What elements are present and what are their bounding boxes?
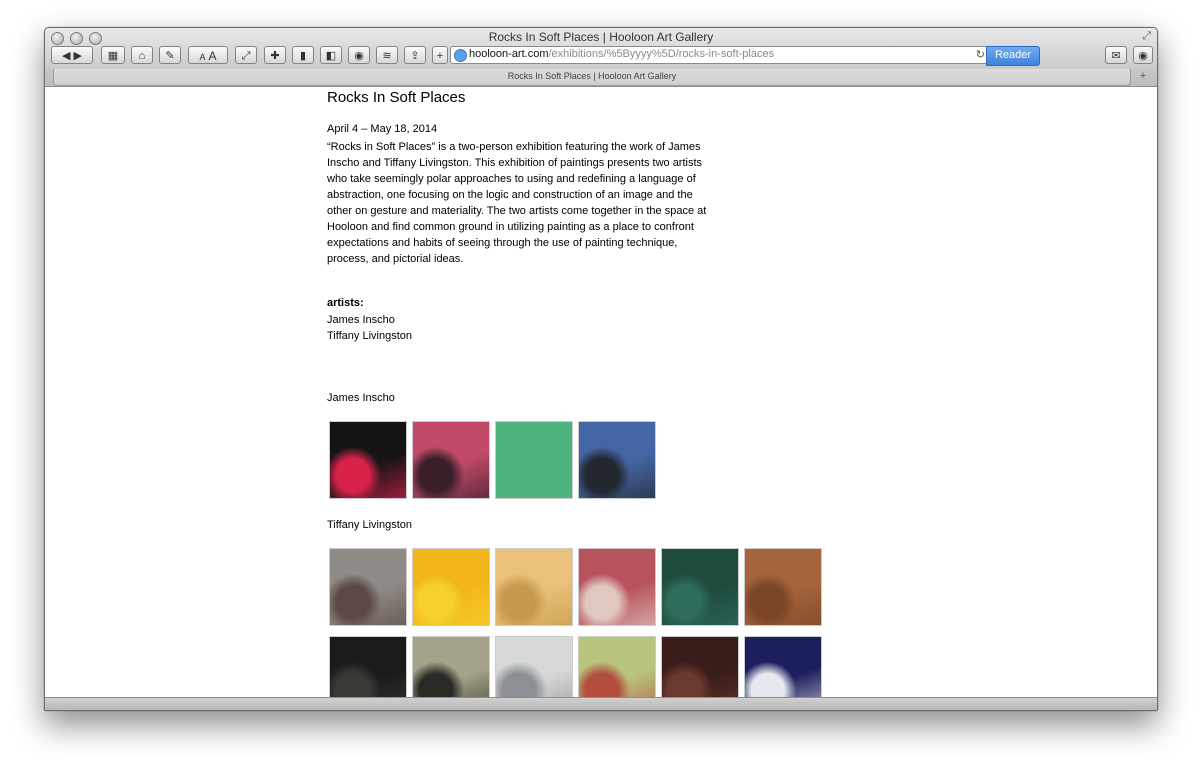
artist-link[interactable]: Tiffany Livingston: [327, 330, 412, 342]
back-forward-buttons[interactable]: ◀ ▶: [51, 46, 93, 64]
resize-button[interactable]: ⤢: [235, 46, 257, 64]
extension-button[interactable]: ✚: [264, 46, 286, 64]
mail-button[interactable]: ✉: [1105, 46, 1127, 64]
artwork-thumbnail[interactable]: [578, 421, 656, 499]
fullscreen-icon[interactable]: ⤢: [1142, 30, 1151, 43]
url-domain: hooloon-art.com: [469, 48, 549, 60]
home-icon: ⌂: [138, 50, 146, 62]
layers-button[interactable]: ≋: [376, 46, 398, 64]
artwork-thumbnail[interactable]: [329, 548, 407, 626]
privacy-button[interactable]: ◉: [348, 46, 370, 64]
downloads-button[interactable]: ◉: [1133, 46, 1153, 64]
artwork-thumbnail[interactable]: [661, 548, 739, 626]
artist-section-title: James Inscho: [327, 392, 395, 404]
back-icon[interactable]: ◀: [62, 50, 70, 62]
artists-heading: artists:: [327, 297, 364, 309]
artwork-thumbnail[interactable]: [495, 636, 573, 697]
artwork-thumbnail[interactable]: [329, 636, 407, 697]
add-bookmark-button[interactable]: +: [432, 46, 448, 64]
pencil-icon: ✎: [165, 50, 175, 62]
artwork-thumbnail[interactable]: [578, 548, 656, 626]
artwork-thumbnail[interactable]: [661, 636, 739, 697]
book-icon: ▮: [299, 50, 307, 62]
artwork-thumbnail[interactable]: [329, 421, 407, 499]
reader-button[interactable]: Reader: [986, 46, 1040, 66]
tab-bar: Rocks In Soft Places | Hooloon Art Galle…: [45, 69, 1157, 86]
artwork-thumbnail[interactable]: [578, 636, 656, 697]
share-icon: ⇪: [410, 50, 420, 62]
artwork-thumbnail[interactable]: [744, 636, 822, 697]
text-size-buttons[interactable]: A A: [188, 46, 228, 64]
status-bar: [45, 697, 1157, 710]
home-button[interactable]: ⌂: [131, 46, 153, 64]
edit-button[interactable]: ✎: [159, 46, 181, 64]
artist-section-title: Tiffany Livingston: [327, 519, 412, 531]
site-icon: [454, 49, 467, 62]
top-sites-button[interactable]: ▦: [101, 46, 125, 64]
download-icon: ◉: [1138, 50, 1148, 62]
tab-active[interactable]: Rocks In Soft Places | Hooloon Art Galle…: [53, 69, 1131, 86]
forward-icon[interactable]: ▶: [74, 50, 82, 62]
exhibition-description: “Rocks in Soft Places” is a two-person e…: [327, 141, 707, 265]
expand-icon: ⤢: [241, 50, 251, 62]
url-path: /exhibitions/%5Byyyy%5D/rocks-in-soft-pl…: [548, 48, 775, 60]
reload-icon[interactable]: ↻: [976, 48, 985, 61]
plus-icon: ✚: [270, 50, 280, 62]
shield-icon: ◉: [354, 50, 364, 62]
artwork-thumbnail[interactable]: [412, 421, 490, 499]
artwork-thumbnail[interactable]: [412, 548, 490, 626]
layers-icon: ≋: [382, 50, 392, 62]
grid-icon: ▦: [107, 50, 119, 62]
share-button[interactable]: ⇪: [404, 46, 426, 64]
artwork-thumbnail[interactable]: [495, 421, 573, 499]
web-content: Rocks In Soft Places April 4 – May 18, 2…: [45, 87, 1157, 697]
url-text[interactable]: hooloon-art.com/exhibitions/%5Byyyy%5D/r…: [469, 48, 774, 60]
text-larger-button[interactable]: A: [209, 49, 217, 63]
bookmark-icon: ◧: [325, 50, 337, 62]
browser-window: Rocks In Soft Places | Hooloon Art Galle…: [44, 27, 1158, 711]
address-bar[interactable]: hooloon-art.com/exhibitions/%5Byyyy%5D/r…: [450, 46, 1040, 66]
window-title: Rocks In Soft Places | Hooloon Art Galle…: [488, 30, 714, 44]
artwork-thumbnail[interactable]: [744, 548, 822, 626]
page-title: Rocks In Soft Places: [327, 89, 466, 106]
artwork-thumbnail[interactable]: [412, 636, 490, 697]
text-smaller-button[interactable]: A: [199, 52, 205, 62]
add-icon: +: [436, 50, 444, 62]
new-tab-button[interactable]: +: [1135, 70, 1151, 84]
artwork-thumbnail[interactable]: [495, 548, 573, 626]
exhibition-dates: April 4 – May 18, 2014: [327, 123, 438, 135]
toolbar: ◀ ▶ ▦ ⌂ ✎ A A ⤢ ✚ ▮ ◧ ◉ ≋ ⇪ + hooloon-ar…: [51, 46, 1153, 66]
instapaper-button[interactable]: ◧: [320, 46, 342, 64]
browser-chrome: Rocks In Soft Places | Hooloon Art Galle…: [45, 28, 1157, 87]
mail-icon: ✉: [1111, 50, 1121, 62]
bookmarks-button[interactable]: ▮: [292, 46, 314, 64]
artist-link[interactable]: James Inscho: [327, 314, 395, 326]
